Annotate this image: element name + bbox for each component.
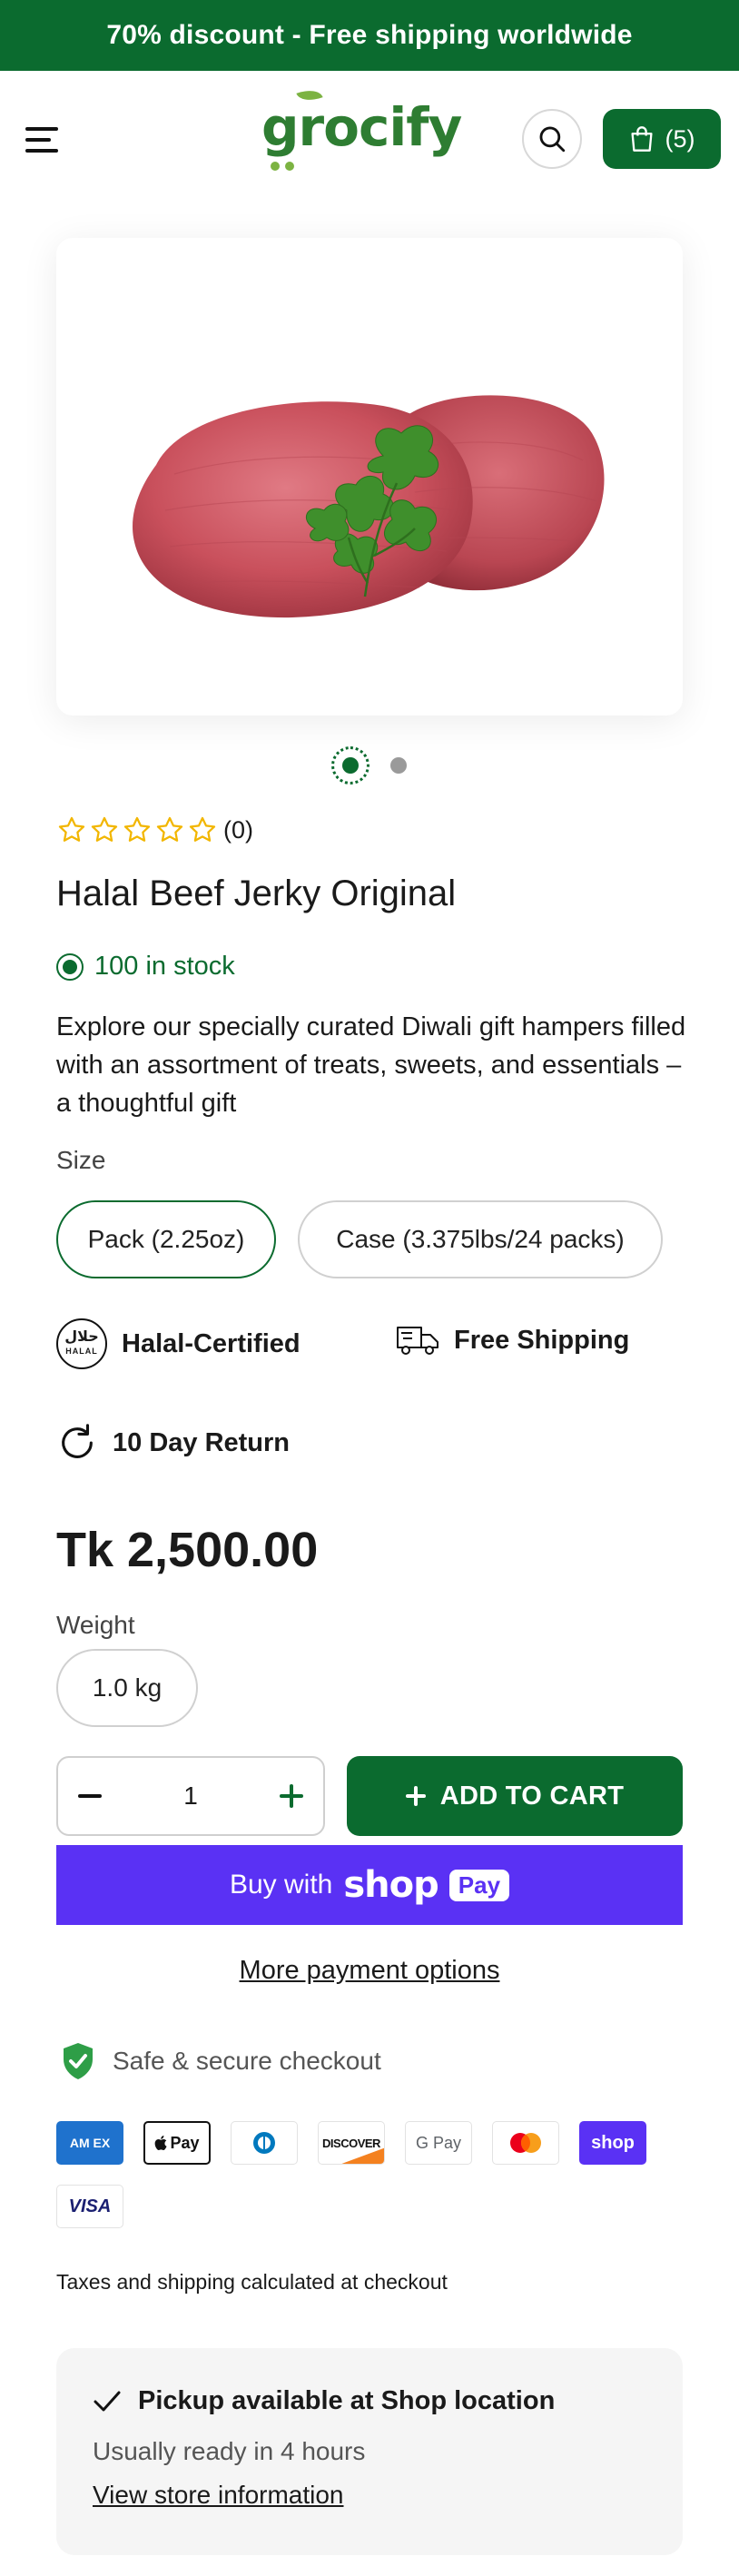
visa-label: VISA	[68, 2196, 112, 2216]
stock-dot-icon	[56, 952, 84, 981]
product-image[interactable]	[56, 238, 683, 716]
apple-pay-icon: Pay	[143, 2121, 211, 2165]
quantity-stepper: 1	[56, 1756, 325, 1836]
star-icon	[189, 816, 216, 842]
google-pay-label: G Pay	[415, 2133, 462, 2152]
mastercard-icon	[492, 2121, 559, 2165]
more-payment-options-link[interactable]: More payment options	[0, 1956, 739, 1986]
diners-club-icon	[231, 2121, 298, 2165]
secure-checkout-text: Safe & secure checkout	[113, 2047, 381, 2075]
halal-icon: حلال HALAL	[56, 1318, 107, 1369]
size-option-case[interactable]: Case (3.375lbs/24 packs)	[298, 1200, 663, 1278]
size-option-pack[interactable]: Pack (2.25oz)	[56, 1200, 276, 1278]
secure-checkout: Safe & secure checkout	[56, 2039, 381, 2083]
amex-icon: AM EX	[56, 2121, 123, 2165]
minus-icon[interactable]	[78, 1794, 102, 1798]
stock-status: 100 in stock	[56, 952, 235, 982]
shop-pay-pill: Pay	[448, 1869, 510, 1901]
add-to-cart-label: ADD TO CART	[439, 1781, 625, 1811]
beef-steak-image	[133, 395, 605, 618]
plus-icon	[405, 1786, 426, 1806]
gallery-dot[interactable]	[390, 757, 407, 774]
menu-icon[interactable]	[25, 127, 58, 153]
shop-pay-button[interactable]: Buy with shop Pay	[56, 1845, 683, 1925]
feature-return-label: 10 Day Return	[113, 1427, 291, 1457]
rating: (0)	[56, 810, 253, 850]
logo[interactable]: grocify	[261, 84, 462, 174]
announcement-text: 70% discount - Free shipping worldwide	[106, 20, 633, 50]
star-icon	[156, 816, 183, 842]
return-icon	[62, 1424, 93, 1458]
feature-halal-label: Halal-Certified	[122, 1328, 301, 1358]
search-button[interactable]	[522, 109, 582, 169]
product-description: Explore our specially curated Diwali gif…	[56, 1012, 686, 1118]
logo-wheel	[285, 162, 294, 171]
shop-pay-buy-with: Buy with	[229, 1870, 333, 1900]
apple-pay-label: Pay	[170, 2133, 200, 2152]
pickup-title-text: Pickup available at Shop location	[138, 2386, 556, 2415]
feature-return: 10 Day Return	[56, 1422, 290, 1464]
quantity-value[interactable]: 1	[183, 1781, 198, 1811]
discover-icon: DISCOVER	[318, 2121, 385, 2165]
product-title: Halal Beef Jerky Original	[56, 873, 457, 913]
weight-option[interactable]: 1.0 kg	[56, 1649, 198, 1727]
gallery-pagination	[0, 745, 739, 785]
feature-halal: حلال HALAL Halal-Certified	[56, 1318, 301, 1369]
cart-count: (5)	[665, 124, 695, 153]
discover-label: DISCOVER	[322, 2136, 380, 2150]
rating-count: (0)	[223, 815, 253, 844]
star-icon	[91, 816, 118, 842]
pickup-title: Pickup available at Shop location	[93, 2386, 555, 2416]
plus-icon[interactable]	[279, 1784, 303, 1808]
product-price: Tk 2,500.00	[56, 1523, 319, 1577]
pickup-ready-time: Usually ready in 4 hours	[93, 2437, 366, 2465]
pickup-availability: Pickup available at Shop location Usuall…	[56, 2348, 683, 2555]
shield-check-icon	[64, 2043, 93, 2079]
feature-shipping: Free Shipping	[396, 1322, 629, 1358]
star-icon	[123, 816, 151, 842]
feature-shipping-label: Free Shipping	[454, 1325, 630, 1355]
shop-pay-icon-label: shop	[591, 2132, 635, 2153]
logo-wheel	[271, 162, 280, 171]
check-icon	[94, 2391, 121, 2411]
visa-icon: VISA	[56, 2185, 123, 2228]
stock-text: 100 in stock	[94, 952, 235, 981]
gallery-dot-active[interactable]	[331, 746, 370, 785]
star-icon	[58, 816, 85, 842]
truck-icon	[397, 1327, 438, 1355]
weight-label: Weight	[56, 1611, 135, 1639]
google-pay-icon: G Pay	[405, 2121, 472, 2165]
announcement-bar: 70% discount - Free shipping worldwide	[0, 0, 739, 71]
shop-pay-logo: shop	[343, 1864, 438, 1906]
site-header: grocify (5)	[0, 71, 739, 209]
cart-button[interactable]: (5)	[603, 109, 721, 169]
search-icon	[539, 126, 566, 153]
view-store-information-link[interactable]: View store information	[93, 2481, 344, 2510]
size-label: Size	[56, 1146, 106, 1174]
logo-text: grocify	[261, 96, 462, 158]
shop-pay-icon: shop	[579, 2121, 646, 2165]
bag-icon	[630, 126, 653, 152]
add-to-cart-button[interactable]: ADD TO CART	[347, 1756, 683, 1836]
taxes-note: Taxes and shipping calculated at checkou…	[56, 2270, 448, 2294]
